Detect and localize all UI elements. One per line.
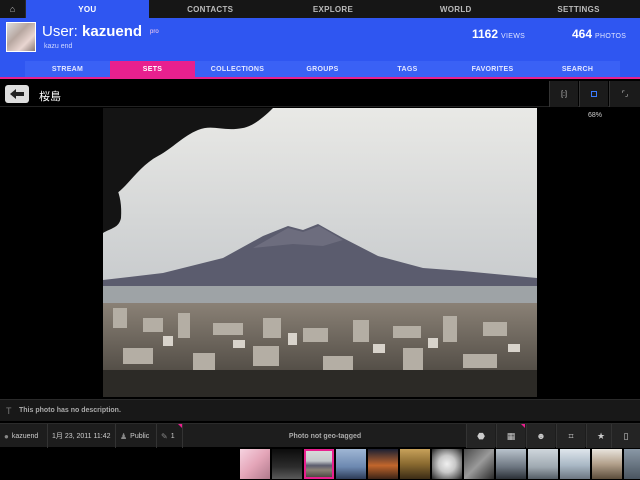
- privacy-value: Public: [130, 432, 150, 440]
- tab-you[interactable]: YOU: [26, 0, 149, 18]
- new-indicator: [178, 424, 182, 428]
- crop-button[interactable]: ⌗: [556, 424, 585, 448]
- subtab-search[interactable]: SEARCH: [535, 61, 620, 77]
- owner-name: kazuend: [11, 432, 39, 440]
- main-photo[interactable]: [103, 108, 537, 397]
- views-count: 1162: [472, 27, 499, 41]
- comments-button[interactable]: ✎ 1: [157, 424, 183, 448]
- actual-size-icon: [591, 91, 597, 97]
- grid-icon: ▦: [506, 430, 516, 441]
- fit-view-button[interactable]: [:]: [549, 81, 578, 107]
- avatar[interactable]: [6, 22, 36, 52]
- description-bar: T This photo has no description.: [0, 399, 640, 421]
- photo-title: 桜島: [39, 91, 61, 103]
- person-icon: ♟: [120, 431, 128, 441]
- home-button[interactable]: ⌂: [0, 0, 26, 18]
- owner-button[interactable]: ● kazuend: [0, 424, 48, 448]
- date-taken: 1月 23, 2011 11:42: [48, 424, 116, 448]
- new-indicator: [521, 424, 525, 428]
- photo-title-bar: 桜島 [:] ⌜⌟: [0, 81, 640, 107]
- phone-icon: ▯: [623, 430, 629, 441]
- subtab-stream[interactable]: STREAM: [25, 61, 110, 77]
- views-label: VIEWS: [501, 33, 526, 40]
- subtab-favorites[interactable]: FAVORITES: [450, 61, 535, 77]
- photo-description: This photo has no description.: [19, 407, 121, 414]
- back-button[interactable]: [5, 85, 29, 103]
- filmstrip-thumb[interactable]: [400, 449, 430, 479]
- subtab-groups[interactable]: GROUPS: [280, 61, 365, 77]
- owner-icon: ●: [4, 431, 9, 441]
- pro-badge: pro: [150, 29, 159, 35]
- username: kazuend: [82, 23, 143, 40]
- tab-world[interactable]: WORLD: [394, 0, 517, 18]
- tab-settings[interactable]: SETTINGS: [517, 0, 640, 18]
- text-icon: T: [6, 406, 12, 416]
- photos-count: 464: [572, 27, 593, 41]
- filmstrip-thumb[interactable]: [432, 449, 462, 479]
- actual-size-button[interactable]: [579, 81, 608, 107]
- photos-label: PHOTOS: [595, 33, 627, 40]
- filmstrip-thumb[interactable]: [496, 449, 526, 479]
- zoom-level: 68%: [587, 112, 602, 119]
- privacy-button[interactable]: ♟ Public: [116, 424, 157, 448]
- fullscreen-icon: ⌜⌟: [621, 91, 629, 98]
- comments-count: 1: [170, 432, 175, 440]
- top-nav: ⌂ YOU CONTACTS EXPLORE WORLD SETTINGS: [0, 0, 640, 18]
- sub-tabs: STREAM SETS COLLECTIONS GROUPS TAGS FAVO…: [0, 61, 640, 79]
- tab-contacts[interactable]: CONTACTS: [149, 0, 272, 18]
- star-icon: ★: [596, 430, 606, 441]
- user-prefix: User:: [42, 23, 78, 40]
- user-header: User: kazuend pro kazu end 1162 VIEWS 464…: [0, 18, 640, 61]
- emoji-button[interactable]: ☻: [526, 424, 555, 448]
- info-bar: ● kazuend 1月 23, 2011 11:42 ♟ Public ✎ 1…: [0, 423, 640, 448]
- emoji-icon: ☻: [536, 431, 546, 441]
- date-value: 1月 23, 2011 11:42: [52, 433, 111, 440]
- tag-icon: ⬣: [477, 430, 485, 441]
- filmstrip-thumb[interactable]: [272, 449, 302, 479]
- photos-stat[interactable]: 464 PHOTOS: [572, 27, 626, 41]
- filmstrip-thumb[interactable]: [240, 449, 270, 479]
- comment-icon: ✎: [161, 431, 168, 441]
- filmstrip-thumb[interactable]: [464, 449, 494, 479]
- tab-explore[interactable]: EXPLORE: [272, 0, 395, 18]
- filmstrip-thumb[interactable]: [592, 449, 622, 479]
- filmstrip-thumb[interactable]: [528, 449, 558, 479]
- geo-status: Photo not geo-tagged: [288, 432, 362, 440]
- back-arrow-icon: [10, 89, 24, 99]
- filmstrip-thumb[interactable]: [624, 449, 640, 479]
- fullscreen-button[interactable]: ⌜⌟: [609, 81, 640, 107]
- filmstrip-thumb[interactable]: [336, 449, 366, 479]
- user-title: User: kazuend: [42, 23, 142, 40]
- crop-icon: ⌗: [568, 430, 574, 441]
- home-icon: ⌂: [9, 4, 16, 14]
- real-name: kazu end: [44, 43, 73, 50]
- device-button[interactable]: ▯: [611, 424, 640, 448]
- grid-button[interactable]: ▦: [496, 424, 525, 448]
- subtab-tags[interactable]: TAGS: [365, 61, 450, 77]
- filmstrip: [0, 448, 640, 480]
- fit-icon: [:]: [561, 90, 567, 98]
- views-stat: 1162 VIEWS: [472, 27, 525, 41]
- filmstrip-thumb[interactable]: [368, 449, 398, 479]
- subtab-collections[interactable]: COLLECTIONS: [195, 61, 280, 77]
- filmstrip-thumb[interactable]: [560, 449, 590, 479]
- subtab-sets[interactable]: SETS: [110, 61, 195, 77]
- tag-button[interactable]: ⬣: [466, 424, 495, 448]
- filmstrip-thumb-selected[interactable]: [304, 449, 334, 479]
